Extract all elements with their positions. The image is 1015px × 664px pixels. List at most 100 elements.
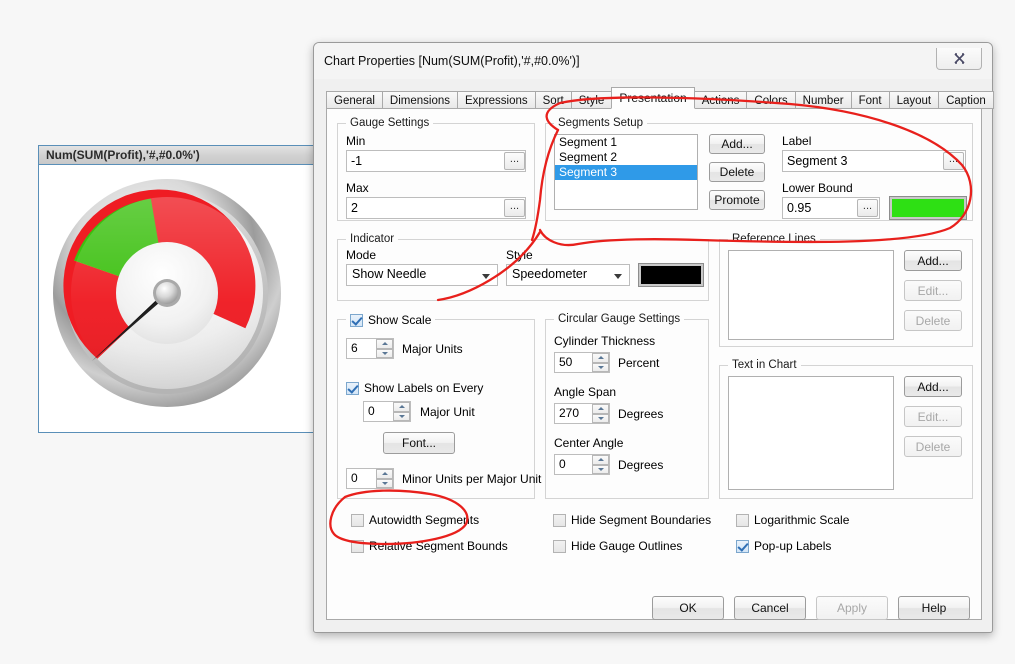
lower-bound-ellipsis-button[interactable]: ... [857,199,878,217]
angle-span-label: Angle Span [554,385,617,399]
hide-gauge-outlines-checkbox[interactable]: Hide Gauge Outlines [553,539,682,553]
autowidth-segments-checkbox[interactable]: Autowidth Segments [351,513,479,527]
segment-color-swatch[interactable] [889,196,967,220]
indicator-mode-select[interactable]: Show Needle [346,264,498,286]
stepper-down-icon[interactable] [592,362,609,372]
indicator-mode-value: Show Needle [352,267,427,281]
indicator-color-swatch[interactable] [638,263,704,287]
stepper-up-icon[interactable] [393,402,410,412]
text-in-chart-edit-button: Edit... [904,406,962,427]
max-input[interactable]: 2 [346,197,526,219]
segment-label-caption: Label [782,134,812,148]
circular-gauge-title: Circular Gauge Settings [554,313,685,325]
hide-segment-boundaries-checkbox[interactable]: Hide Segment Boundaries [553,513,711,527]
hide-segment-boundaries-label: Hide Segment Boundaries [571,513,712,527]
checkbox-box [553,539,566,553]
list-item[interactable]: Segment 1 [555,135,697,150]
center-angle-label: Center Angle [554,436,624,450]
relative-segment-bounds-checkbox[interactable]: Relative Segment Bounds [351,539,508,553]
text-in-chart-listbox[interactable] [728,376,894,490]
tab-style[interactable]: Style [570,91,613,109]
stepper-down-icon[interactable] [376,348,393,358]
show-scale-label: Show Scale [368,313,432,327]
stepper-down-icon[interactable] [393,411,410,421]
tab-colors[interactable]: Colors [746,91,796,109]
minor-units-value: 0 [351,471,358,485]
major-unit-label: Major Unit [420,405,475,419]
tab-font[interactable]: Font [850,91,890,109]
cylinder-thickness-stepper[interactable]: 50 [554,352,610,373]
minor-units-stepper[interactable]: 0 [346,468,394,489]
stepper-buttons[interactable] [376,339,393,358]
tab-layout[interactable]: Layout [888,91,940,109]
segment-promote-button[interactable]: Promote [709,190,765,210]
tab-expressions[interactable]: Expressions [457,91,536,109]
ok-button[interactable]: OK [652,596,724,620]
tab-dimensions[interactable]: Dimensions [381,91,458,109]
show-labels-checkbox[interactable]: Show Labels on Every [346,381,483,395]
dialog-button-bar: OK Cancel Apply Help [652,596,982,620]
stepper-up-icon[interactable] [376,469,393,479]
tab-number[interactable]: Number [794,91,852,109]
segment-label-input[interactable]: Segment 3 [782,150,966,172]
gauge-chart-body [39,165,347,432]
help-button[interactable]: Help [898,596,970,620]
segments-setup-group: Segments Setup Segment 1 Segment 2 Segme… [545,117,973,221]
segment-delete-button[interactable]: Delete [709,162,765,182]
min-ellipsis-button[interactable]: ... [504,152,525,170]
center-angle-stepper[interactable]: 0 [554,454,610,475]
tab-actions[interactable]: Actions [693,91,748,109]
stepper-up-icon[interactable] [592,353,609,363]
tab-caption[interactable]: Caption [938,91,994,109]
dialog-titlebar[interactable]: Chart Properties [Num(SUM(Profit),'#,#0.… [314,43,992,79]
tab-presentation[interactable]: Presentation [611,87,695,109]
text-in-chart-title: Text in Chart [728,359,801,371]
reference-lines-delete-button: Delete [904,310,962,331]
list-item[interactable]: Segment 3 [555,165,697,180]
segments-listbox[interactable]: Segment 1 Segment 2 Segment 3 [554,134,698,210]
logarithmic-scale-checkbox[interactable]: Logarithmic Scale [736,513,849,527]
stepper-down-icon[interactable] [592,464,609,474]
major-unit-value: 0 [368,404,375,418]
cancel-button[interactable]: Cancel [734,596,806,620]
stepper-buttons[interactable] [592,404,609,423]
indicator-style-select[interactable]: Speedometer [506,264,630,286]
stepper-buttons[interactable] [376,469,393,488]
stepper-up-icon[interactable] [376,339,393,349]
tab-general[interactable]: General [326,91,383,109]
list-item[interactable]: Segment 2 [555,150,697,165]
segment-add-button[interactable]: Add... [709,134,765,154]
gauge-settings-group: Gauge Settings Min -1 ... Max 2 ... [337,117,535,221]
stepper-up-icon[interactable] [592,404,609,414]
stepper-down-icon[interactable] [592,413,609,423]
stepper-down-icon[interactable] [376,478,393,488]
reference-lines-listbox[interactable] [728,250,894,340]
chevron-down-icon [482,274,490,279]
min-label: Min [346,134,366,148]
text-in-chart-add-button[interactable]: Add... [904,376,962,397]
show-scale-checkbox[interactable]: Show Scale [346,313,436,327]
font-button[interactable]: Font... [383,432,455,454]
major-units-stepper[interactable]: 6 [346,338,394,359]
close-icon[interactable] [936,48,982,70]
major-unit-stepper[interactable]: 0 [363,401,411,422]
stepper-up-icon[interactable] [592,455,609,465]
angle-span-stepper[interactable]: 270 [554,403,610,424]
lower-bound-caption: Lower Bound [782,181,853,195]
gauge-settings-title: Gauge Settings [346,117,434,129]
max-ellipsis-button[interactable]: ... [504,199,525,217]
popup-labels-checkbox[interactable]: Pop-up Labels [736,539,831,553]
speedometer-gauge-icon [51,177,283,412]
close-glyph [953,53,965,64]
indicator-style-label: Style [506,248,533,262]
min-input[interactable]: -1 [346,150,526,172]
stepper-buttons[interactable] [592,455,609,474]
reference-lines-add-button[interactable]: Add... [904,250,962,271]
stepper-buttons[interactable] [592,353,609,372]
relative-segment-bounds-label: Relative Segment Bounds [369,539,508,553]
stepper-buttons[interactable] [393,402,410,421]
tab-sort[interactable]: Sort [534,91,572,109]
presentation-tab-page: Gauge Settings Min -1 ... Max 2 ... Segm… [326,108,982,620]
gauge-chart-object[interactable]: Num(SUM(Profit),'#,#0.0%') [38,145,347,433]
segment-label-ellipsis-button[interactable]: ... [943,152,964,170]
